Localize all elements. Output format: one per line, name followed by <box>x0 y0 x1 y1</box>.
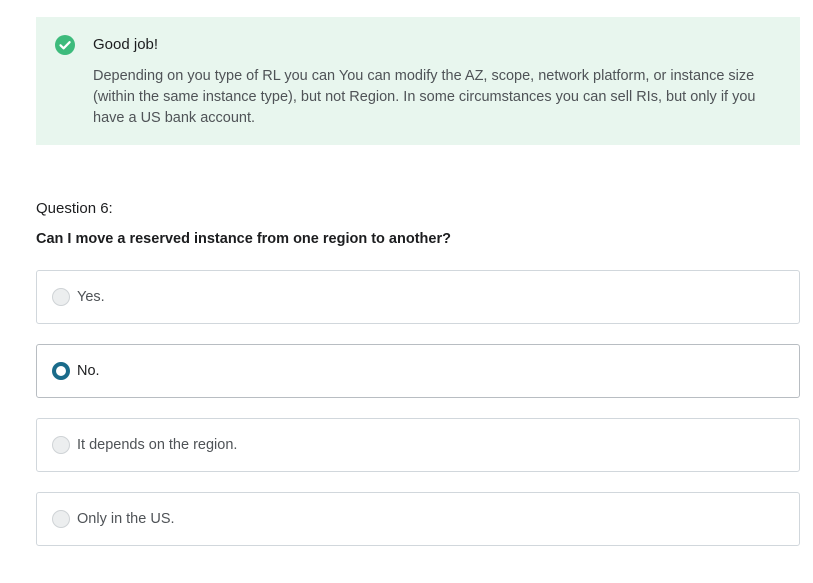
question-number: Question 6: <box>36 200 113 217</box>
radio-button[interactable] <box>52 436 70 454</box>
radio-button[interactable] <box>52 288 70 306</box>
answer-option-no[interactable]: No. <box>36 344 800 398</box>
answer-option-label: Yes. <box>77 289 105 305</box>
feedback-explanation: Depending on you type of RL you can You … <box>93 68 756 126</box>
question-prompt: Can I move a reserved instance from one … <box>36 231 451 247</box>
answer-option-label: It depends on the region. <box>77 437 238 453</box>
answer-option-us-only[interactable]: Only in the US. <box>36 492 800 546</box>
feedback-banner: Good job! Depending on you type of RL yo… <box>36 17 800 145</box>
answer-option-label: No. <box>77 363 100 379</box>
answer-option-depends[interactable]: It depends on the region. <box>36 418 800 472</box>
radio-button-selected[interactable] <box>52 362 70 380</box>
check-circle-icon <box>55 35 75 55</box>
answer-option-yes[interactable]: Yes. <box>36 270 800 324</box>
answer-option-label: Only in the US. <box>77 511 175 527</box>
feedback-title: Good job! <box>93 36 159 53</box>
radio-button[interactable] <box>52 510 70 528</box>
